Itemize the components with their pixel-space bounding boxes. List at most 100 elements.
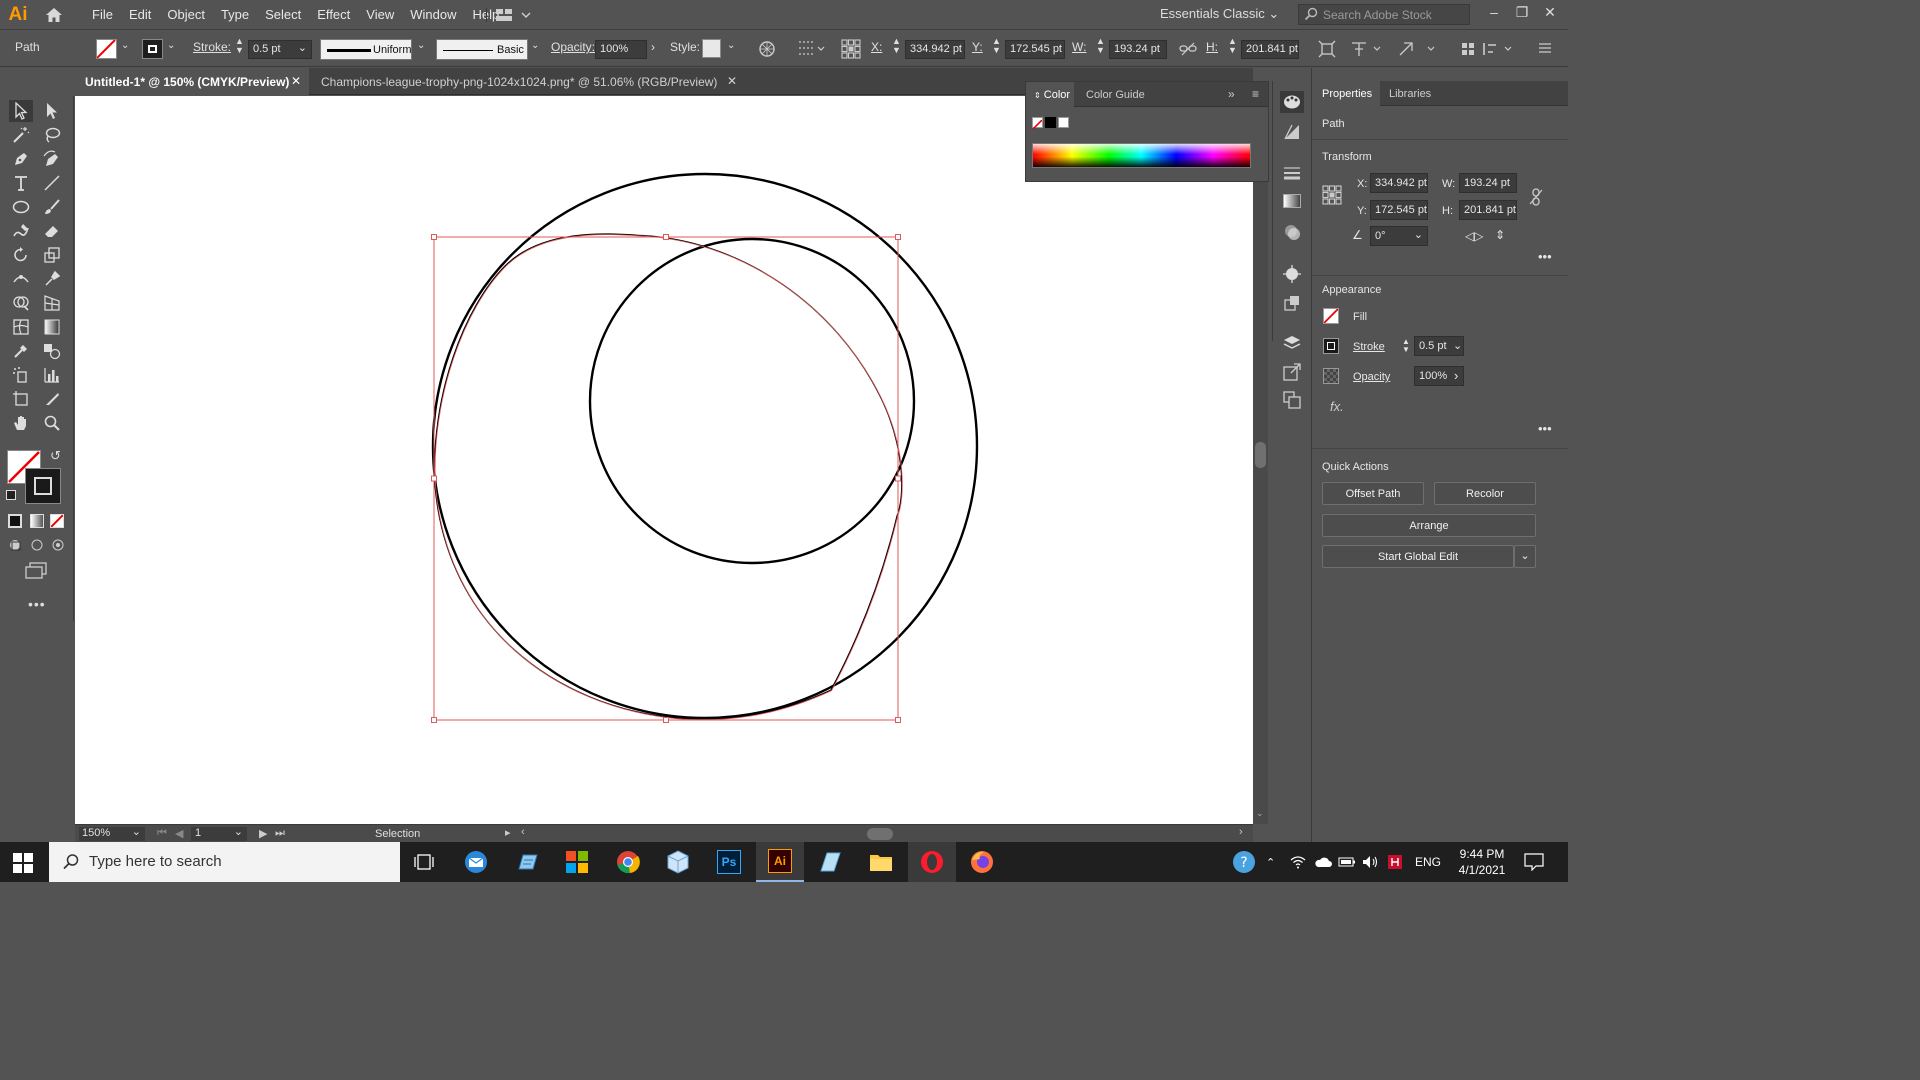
battery-icon[interactable] xyxy=(1338,842,1356,882)
artboard-number-field[interactable]: 1 ⌄ xyxy=(191,826,247,841)
paint-app-icon[interactable] xyxy=(806,842,854,882)
stepper-icon[interactable]: ▲ ▼ xyxy=(892,37,901,55)
outer-circle-path[interactable] xyxy=(431,172,979,720)
menu-view[interactable]: View xyxy=(358,7,402,22)
distribute-icon[interactable] xyxy=(1350,40,1384,61)
stroke-swatch[interactable] xyxy=(1323,338,1339,354)
chrome-app-icon[interactable] xyxy=(604,842,652,882)
y-field[interactable]: 172.545 pt xyxy=(1005,40,1065,59)
recolor-artwork-icon[interactable] xyxy=(758,40,776,61)
eyedropper-tool-icon[interactable] xyxy=(9,340,33,362)
fill-swatch[interactable] xyxy=(1323,308,1339,324)
transparency-panel-icon[interactable] xyxy=(1283,223,1301,244)
collapse-panel-icon[interactable]: » xyxy=(1228,87,1235,101)
tab-champions-league-trophy[interactable]: Champions-league-trophy-png-1024x1024.pn… xyxy=(311,68,739,95)
transform-icon[interactable] xyxy=(1318,40,1336,61)
none-mode-icon[interactable] xyxy=(50,514,64,528)
layers-panel-icon[interactable] xyxy=(1283,335,1301,354)
tab-color[interactable]: ⇕ Color xyxy=(1026,82,1074,107)
swap-fill-stroke-icon[interactable]: ↺ xyxy=(50,448,61,464)
tab-color-guide[interactable]: Color Guide xyxy=(1086,89,1145,101)
fill-swatch[interactable] xyxy=(96,39,117,59)
stroke-label[interactable]: Stroke xyxy=(1353,341,1385,353)
arrange-button[interactable]: Arrange xyxy=(1322,514,1536,537)
selected-path[interactable] xyxy=(433,233,903,720)
slice-tool-icon[interactable] xyxy=(40,388,64,410)
workspace-switcher[interactable]: Essentials Classic ⌄ xyxy=(1160,6,1279,22)
chevron-right-icon[interactable]: › xyxy=(651,40,655,54)
magic-wand-tool-icon[interactable] xyxy=(9,124,33,146)
color-spectrum[interactable] xyxy=(1032,143,1251,168)
black-swatch[interactable] xyxy=(1045,117,1056,128)
opacity-label[interactable]: Opacity xyxy=(1353,371,1390,383)
offset-path-button[interactable]: Offset Path xyxy=(1322,482,1424,505)
close-window-button[interactable]: ✕ xyxy=(1540,4,1560,21)
zoom-level-field[interactable]: 150% ⌄ xyxy=(79,826,145,841)
chevron-down-icon[interactable]: ⌄ xyxy=(1453,339,1462,352)
symbol-sprayer-tool-icon[interactable] xyxy=(9,364,33,386)
store-app-icon[interactable] xyxy=(553,842,601,882)
line-segment-tool-icon[interactable] xyxy=(40,172,64,194)
first-artboard-icon[interactable]: ⏮ xyxy=(157,827,167,840)
task-view-icon[interactable] xyxy=(400,842,448,882)
stepper-icon[interactable]: ▲ ▼ xyxy=(1096,37,1105,55)
chevron-down-icon[interactable]: ⌄ xyxy=(727,40,735,51)
opacity-field[interactable]: 100% xyxy=(595,40,647,59)
menu-file[interactable]: File xyxy=(84,7,121,22)
wifi-icon[interactable] xyxy=(1290,842,1306,882)
rotate-angle-field[interactable]: 0° ⌄ xyxy=(1370,226,1428,246)
status-menu-icon[interactable]: ▸ xyxy=(505,826,511,839)
inner-circle-path[interactable] xyxy=(588,237,916,565)
bounding-box-handles[interactable] xyxy=(431,234,901,723)
chevron-right-icon[interactable]: › xyxy=(1454,368,1458,383)
color-guide-icon[interactable] xyxy=(1283,123,1301,144)
shaper-tool-icon[interactable] xyxy=(9,220,33,242)
scroll-left-icon[interactable]: ‹ xyxy=(521,826,525,838)
x-field[interactable]: 334.942 pt xyxy=(905,40,965,59)
color-panel-icon[interactable] xyxy=(1280,91,1304,113)
blend-tool-icon[interactable] xyxy=(40,340,64,362)
menu-edit[interactable]: Edit xyxy=(121,7,159,22)
stepper-icon[interactable]: ▲ ▼ xyxy=(1402,338,1410,354)
tab-properties[interactable]: Properties xyxy=(1312,81,1380,106)
last-artboard-icon[interactable]: ⏭ xyxy=(275,827,285,840)
notification-center-icon[interactable] xyxy=(1524,842,1544,882)
language-indicator[interactable]: ENG xyxy=(1415,842,1441,882)
mesh-tool-icon[interactable] xyxy=(9,316,33,338)
shape-builder-tool-icon[interactable] xyxy=(9,292,33,314)
gradient-mode-icon[interactable] xyxy=(30,514,44,528)
h-field[interactable]: 201.841 pt xyxy=(1459,200,1517,220)
change-screen-mode-icon[interactable] xyxy=(24,562,48,583)
w-label[interactable]: W: xyxy=(1072,40,1086,54)
stroke-panel-icon[interactable] xyxy=(1283,165,1301,184)
type-tool-icon[interactable] xyxy=(9,172,33,194)
stroke-weight-field[interactable]: 0.5 pt ⌄ xyxy=(248,40,312,59)
opera-app-icon[interactable] xyxy=(908,842,956,882)
stroke-label[interactable]: Stroke: xyxy=(193,40,231,54)
ellipse-tool-icon[interactable] xyxy=(9,196,33,218)
export-panel-icon[interactable] xyxy=(1283,363,1301,384)
bounding-box[interactable] xyxy=(433,236,899,721)
reference-point-icon[interactable] xyxy=(1322,185,1342,208)
menu-select[interactable]: Select xyxy=(257,7,309,22)
chevron-down-icon[interactable]: ⌄ xyxy=(1256,808,1264,819)
gradient-panel-icon[interactable] xyxy=(1283,194,1301,208)
artboards-panel-icon[interactable] xyxy=(1283,391,1301,412)
hand-tool-icon[interactable] xyxy=(9,412,33,434)
help-tray-icon[interactable]: ? xyxy=(1232,842,1256,882)
close-icon[interactable]: ✕ xyxy=(726,74,737,88)
global-edit-options-button[interactable]: ⌄ xyxy=(1514,545,1536,568)
y-label[interactable]: Y: xyxy=(972,40,983,54)
chevron-down-icon[interactable]: ⌄ xyxy=(167,40,175,51)
scale-tool-icon[interactable] xyxy=(40,244,64,266)
stepper-icon[interactable]: ▲ ▼ xyxy=(992,37,1001,55)
horizontal-scroll-thumb[interactable] xyxy=(867,828,893,840)
volume-icon[interactable] xyxy=(1362,842,1380,882)
pen-tool-icon[interactable] xyxy=(9,148,33,170)
illustrator-app-icon[interactable]: Ai xyxy=(756,842,804,882)
width-tool-icon[interactable] xyxy=(9,268,33,290)
more-options-icon[interactable]: ••• xyxy=(1538,249,1552,264)
default-colors-icon[interactable] xyxy=(6,490,16,500)
menu-window[interactable]: Window xyxy=(402,7,464,22)
stock-search-input[interactable]: Search Adobe Stock xyxy=(1298,4,1470,25)
